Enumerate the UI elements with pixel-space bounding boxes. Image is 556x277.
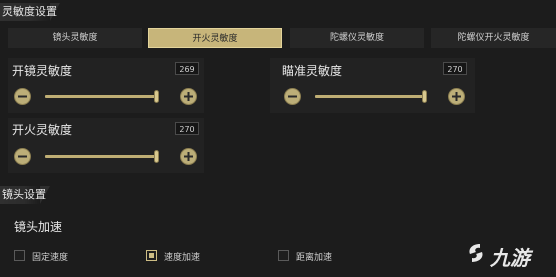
aim-sensitivity-increase-button[interactable] <box>448 88 465 105</box>
lens-accel-label: 镜头加速 <box>14 220 63 234</box>
minus-circle-icon <box>288 95 297 98</box>
fire-sensitivity-increase-button[interactable] <box>180 148 197 165</box>
aim-sensitivity-handle[interactable] <box>422 90 427 103</box>
fire-sensitivity-label: 开火灵敏度 <box>12 123 73 137</box>
fire-sensitivity-track[interactable] <box>45 155 157 158</box>
scope-sensitivity-track[interactable] <box>45 95 157 98</box>
scope-sensitivity-decrease-button[interactable] <box>14 88 31 105</box>
aim-sensitivity-track[interactable] <box>315 95 426 98</box>
distance-accel-label: 距离加速 <box>296 253 333 263</box>
speed-accel-label: 速度加速 <box>164 253 201 263</box>
aim-sensitivity-value[interactable]: 270 <box>443 62 467 75</box>
plus-circle-icon <box>184 152 193 161</box>
watermark-text: 九游 <box>490 246 530 270</box>
tab-gyro-sensitivity[interactable]: 陀螺仪灵敏度 <box>290 28 424 48</box>
fire-sensitivity-decrease-button[interactable] <box>14 148 31 165</box>
plus-circle-icon <box>184 92 193 101</box>
tab-lens-sensitivity[interactable]: 镜头灵敏度 <box>8 28 142 48</box>
distance-accel-checkbox[interactable] <box>278 250 289 261</box>
fixed-speed-label: 固定速度 <box>32 253 69 263</box>
sensitivity-section-title: 灵敏度设置 <box>2 5 57 18</box>
tab-fire-sensitivity[interactable]: 开火灵敏度 <box>148 28 282 48</box>
fixed-speed-checkbox[interactable] <box>14 250 25 261</box>
plus-circle-icon <box>452 92 461 101</box>
scope-sensitivity-handle[interactable] <box>154 90 159 103</box>
tab-gyro-fire-sensitivity[interactable]: 陀螺仪开火灵敏度 <box>431 28 556 48</box>
watermark-logo-icon <box>469 244 483 262</box>
minus-circle-icon <box>18 155 27 158</box>
lens-section-title: 镜头设置 <box>2 188 46 201</box>
scope-sensitivity-label: 开镜灵敏度 <box>12 64 73 78</box>
fire-sensitivity-value[interactable]: 270 <box>175 122 199 135</box>
aim-sensitivity-decrease-button[interactable] <box>284 88 301 105</box>
scope-sensitivity-increase-button[interactable] <box>180 88 197 105</box>
aim-sensitivity-label: 瞄准灵敏度 <box>282 64 343 78</box>
fire-sensitivity-handle[interactable] <box>154 150 159 163</box>
minus-circle-icon <box>18 95 27 98</box>
speed-accel-checkbox[interactable] <box>146 250 157 261</box>
scope-sensitivity-value[interactable]: 269 <box>175 62 199 75</box>
